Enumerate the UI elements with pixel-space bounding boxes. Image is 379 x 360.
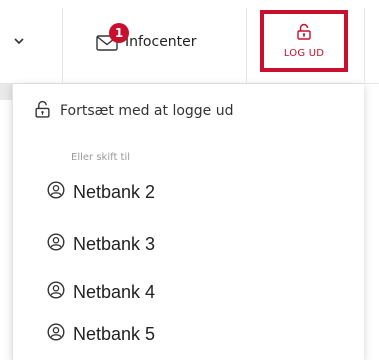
account-item-netbank-4[interactable]: Netbank 4 [47, 276, 347, 308]
continue-logout-item[interactable]: Fortsæt med at logge ud [35, 96, 234, 126]
account-label: Netbank 4 [73, 281, 156, 302]
logout-button[interactable]: LOG UD [260, 10, 348, 72]
infocenter-label: Infocenter [125, 34, 197, 50]
user-circle-icon [47, 281, 65, 303]
switch-section-label: Eller skift til [71, 152, 131, 163]
logout-dropdown-menu: Fortsæt med at logge ud Eller skift til … [12, 84, 364, 360]
chevron-down-icon[interactable] [10, 32, 28, 50]
notification-badge: 1 [109, 23, 129, 43]
account-label: Netbank 3 [73, 233, 156, 254]
divider [62, 8, 63, 82]
account-item-netbank-3[interactable]: Netbank 3 [47, 228, 347, 260]
account-label: Netbank 5 [73, 323, 156, 344]
user-circle-icon [47, 233, 65, 255]
unlock-icon [35, 100, 50, 122]
logout-label: LOG UD [283, 48, 325, 59]
divider [364, 8, 365, 82]
user-circle-icon [47, 181, 65, 203]
continue-logout-label: Fortsæt med at logge ud [60, 103, 234, 119]
top-bar: 1 Infocenter LOG UD [0, 0, 379, 84]
background-strip [0, 84, 12, 100]
account-item-netbank-2[interactable]: Netbank 2 [47, 176, 347, 208]
account-item-netbank-5[interactable]: Netbank 5 [47, 318, 347, 350]
user-circle-icon [47, 323, 65, 345]
divider [246, 8, 247, 82]
infocenter-button[interactable]: 1 Infocenter [92, 22, 232, 62]
unlock-icon [297, 23, 311, 44]
account-label: Netbank 2 [73, 181, 156, 202]
envelope-icon: 1 [92, 23, 129, 55]
page: 1 Infocenter LOG UD Fortsæt med at logge… [0, 0, 379, 360]
